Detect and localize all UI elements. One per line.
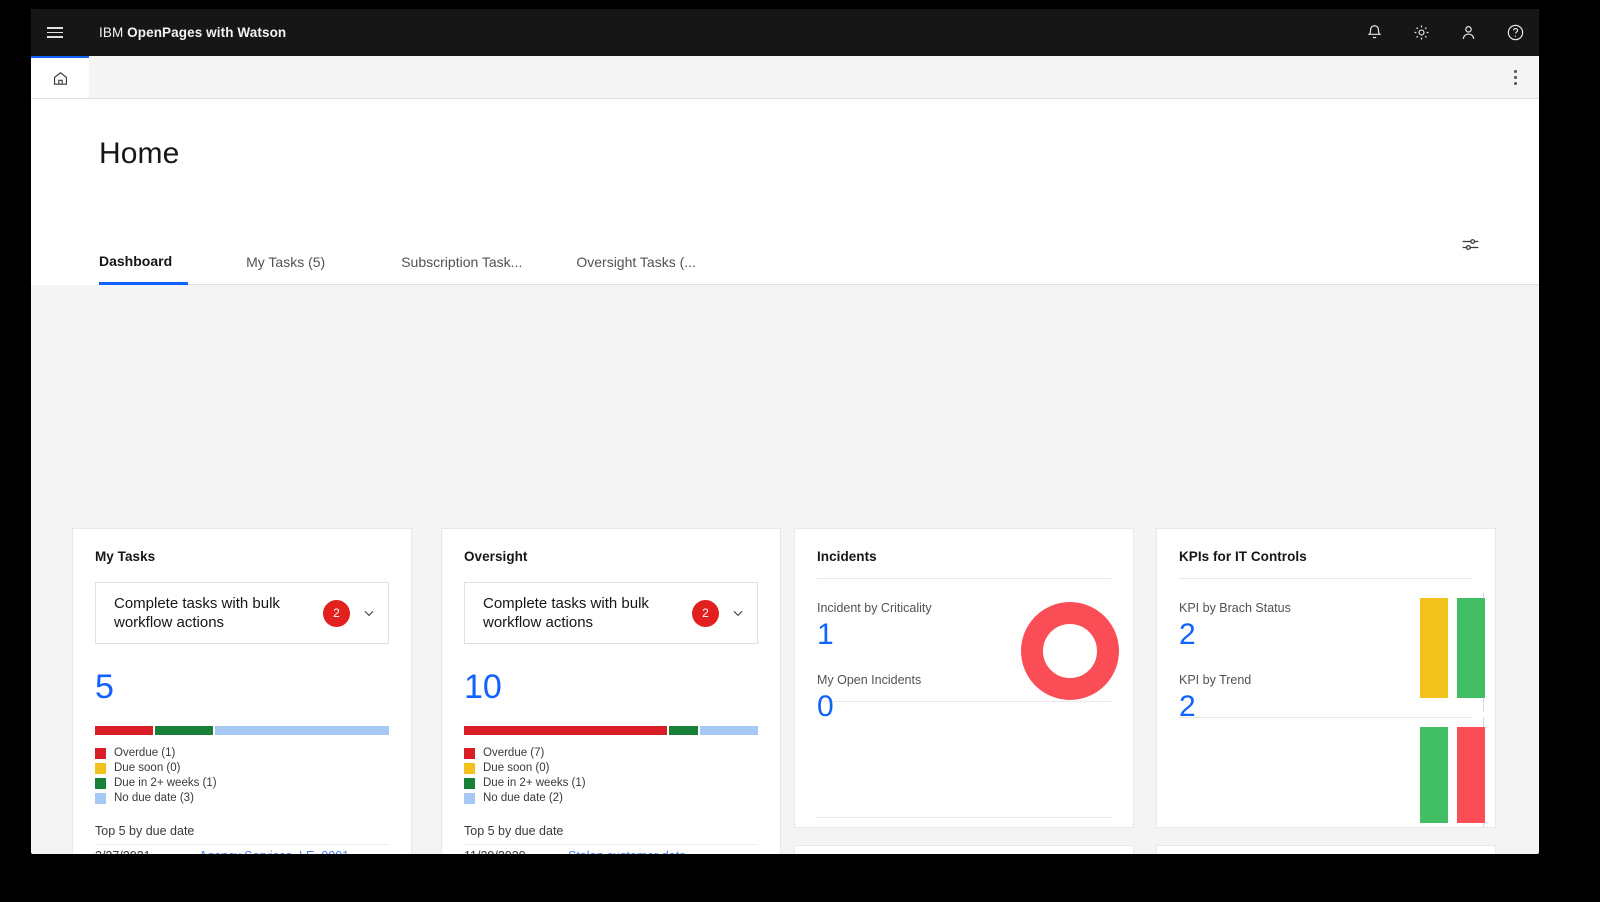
global-header: IBM OpenPages with Watson [31,9,1539,56]
legend-swatch [464,763,475,774]
table-row[interactable]: 11/29/2020 Stolen customer data [464,844,758,854]
oversight-top5-label: Top 5 by due date [464,824,758,838]
oversight-stacked-bar [464,726,758,735]
metric-kpi-by-trend: KPI by Trend 2 [1157,653,1495,725]
page-header: Home Dashboard My Tasks (5) Subscription… [31,99,1539,285]
legend-item: Due in 2+ weeks (1) [95,777,389,789]
legend-item: Overdue (1) [95,747,389,759]
legend-swatch [464,793,475,804]
legend-item: Due soon (0) [95,762,389,774]
metric-my-open-incidents: My Open Incidents 0 [795,653,1133,725]
table-row[interactable]: 3/27/2021 Agency Services_LE_0001 [95,844,389,854]
card-issues-and-actions: Issues and Actions My Open Issues 8 My O… [1156,845,1496,854]
my-tasks-workflow-badge: 2 [323,600,350,627]
legend-item: No due date (2) [464,792,758,804]
legend-label: No due date (2) [483,792,563,804]
card-incidents: Incidents Incident by Criticality 1 My O… [794,528,1134,828]
bar-segment-due-2plus-weeks [669,726,698,735]
app-brand[interactable]: IBM OpenPages with Watson [99,25,286,40]
card-oversight: Oversight Complete tasks with bulk workf… [441,528,781,854]
overflow-menu-icon[interactable] [1491,56,1539,99]
my-tasks-top5-label: Top 5 by due date [95,824,389,838]
legend-swatch [95,748,106,759]
card-my-tasks: My Tasks Complete tasks with bulk workfl… [72,528,412,854]
bar-segment-overdue [464,726,667,735]
legend-label: Due in 2+ weeks (1) [114,777,217,789]
oversight-table: 11/29/2020 Stolen customer data 12/8/202… [464,844,758,854]
tab-my-tasks[interactable]: My Tasks (5) [230,254,341,285]
tab-dashboard[interactable]: Dashboard [99,253,188,285]
help-icon[interactable] [1492,9,1539,56]
card-title-it-control: IT Control by Operating Effectiveness [795,846,1133,854]
card-kpis-for-it-controls: KPIs for IT Controls KPI by Brach Status… [1156,528,1496,828]
dashboard-grid: My Tasks Complete tasks with bulk workfl… [31,285,1539,317]
settings-sliders-icon[interactable] [1455,229,1485,259]
oversight-count: 10 [442,644,780,704]
my-tasks-workflow-label: Complete tasks with bulk workflow action… [114,594,323,633]
chevron-down-icon[interactable] [731,606,745,620]
home-tab[interactable] [31,56,89,98]
divider [817,817,1111,818]
task-due-date: 11/29/2020 [464,849,568,854]
legend-label: Overdue (1) [114,747,175,759]
tab-oversight-tasks[interactable]: Oversight Tasks (... [560,254,712,285]
card-it-control-operating-effectiveness: IT Control by Operating Effectiveness Co… [794,845,1134,854]
legend-label: Due soon (0) [114,762,180,774]
card-title-oversight: Oversight [442,529,780,564]
card-title-my-tasks: My Tasks [73,529,411,564]
card-title-kpis: KPIs for IT Controls [1157,529,1495,564]
legend-item: Due in 2+ weeks (1) [464,777,758,789]
bar-segment-overdue [95,726,153,735]
hamburger-menu-icon[interactable] [31,9,78,56]
oversight-workflow-badge: 2 [692,600,719,627]
app-window: IBM OpenPages with Watson [31,9,1539,854]
card-title-incidents: Incidents [795,529,1133,564]
task-link[interactable]: Stolen customer data [568,849,686,854]
metric-value: 2 [1179,689,1473,725]
metric-label: My Open Incidents [817,673,1111,687]
legend-item: Due soon (0) [464,762,758,774]
workspace-tab-bar [31,56,1539,99]
bar-segment-due-2plus-weeks [155,726,213,735]
kpi-trend-bar-improving[interactable] [1420,727,1448,823]
oversight-workflow-selector[interactable]: Complete tasks with bulk workflow action… [464,582,758,644]
legend-swatch [95,763,106,774]
bar-segment-no-due-date [700,726,758,735]
legend-item: Overdue (7) [464,747,758,759]
legend-label: No due date (3) [114,792,194,804]
legend-label: Due in 2+ weeks (1) [483,777,586,789]
my-tasks-legend: Overdue (1) Due soon (0) Due in 2+ weeks… [95,747,389,804]
my-tasks-count: 5 [73,644,411,704]
card-title-issues-actions: Issues and Actions [1157,846,1495,854]
bar-segment-no-due-date [215,726,389,735]
legend-item: No due date (3) [95,792,389,804]
chevron-down-icon[interactable] [362,606,376,620]
legend-swatch [95,793,106,804]
gear-icon[interactable] [1398,9,1445,56]
kpi-trend-bar-declining[interactable] [1457,727,1485,823]
legend-label: Due soon (0) [483,762,549,774]
my-tasks-stacked-bar [95,726,389,735]
brand-name: OpenPages with Watson [127,25,286,40]
legend-label: Overdue (7) [483,747,544,759]
my-tasks-table: 3/27/2021 Agency Services_LE_0001 10/23/… [95,844,389,854]
legend-swatch [95,778,106,789]
oversight-legend: Overdue (7) Due soon (0) Due in 2+ weeks… [464,747,758,804]
metric-value: 0 [817,689,1111,725]
legend-swatch [464,778,475,789]
task-due-date: 3/27/2021 [95,849,199,854]
tab-subscription-tasks[interactable]: Subscription Task... [385,254,538,285]
metric-label: KPI by Trend [1179,673,1473,687]
user-icon[interactable] [1445,9,1492,56]
page-tabs: Dashboard My Tasks (5) Subscription Task… [99,253,712,285]
notification-bell-icon[interactable] [1351,9,1398,56]
page-title: Home [99,137,1539,171]
legend-swatch [464,748,475,759]
oversight-workflow-label: Complete tasks with bulk workflow action… [483,594,692,633]
my-tasks-workflow-selector[interactable]: Complete tasks with bulk workflow action… [95,582,389,644]
task-link[interactable]: Agency Services_LE_0001 [199,849,349,854]
brand-prefix: IBM [99,25,127,40]
header-actions [1351,9,1539,56]
